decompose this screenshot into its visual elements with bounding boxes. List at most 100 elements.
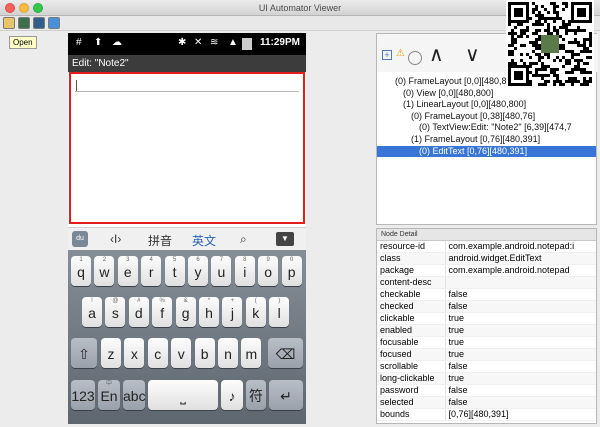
qr-module — [580, 83, 583, 86]
qr-module — [550, 17, 553, 20]
qr-module — [544, 83, 547, 86]
detail-row[interactable]: focused true — [377, 348, 596, 361]
tree-node[interactable]: (0) TextView:Edit: "Note2" [6,39][474,7 — [419, 122, 572, 133]
qr-module — [568, 77, 571, 80]
key-e[interactable]: 3e — [117, 256, 138, 286]
language-key[interactable]: 中 En — [98, 380, 120, 410]
key-g[interactable]: & g — [175, 297, 196, 327]
cursor-move-icon[interactable]: ‹I› — [110, 232, 121, 246]
detail-row[interactable]: password false — [377, 384, 596, 397]
close-window-button[interactable] — [5, 3, 15, 13]
qr-module — [568, 59, 571, 62]
key-y[interactable]: 6y — [188, 256, 208, 286]
previous-node-icon[interactable]: ∧ — [429, 42, 444, 67]
tree-node[interactable]: (1) LinearLayout [0,0][480,800] — [403, 99, 526, 110]
key-t[interactable]: 5t — [164, 256, 185, 286]
key-f[interactable]: % f — [152, 297, 173, 327]
backspace-key[interactable]: ⌫ — [268, 338, 303, 368]
key-w[interactable]: 2w — [94, 256, 115, 286]
ime-logo-icon[interactable]: du — [72, 231, 88, 247]
tree-node[interactable]: (1) FrameLayout [0,76][480,391] — [411, 134, 540, 145]
key-d[interactable]: # d — [128, 297, 149, 327]
english-mode-button[interactable]: 英文 — [192, 232, 216, 249]
qr-module — [553, 29, 556, 32]
key-x[interactable]: x — [124, 338, 145, 368]
device-screenshot-icon[interactable] — [18, 17, 30, 29]
detail-row[interactable]: package com.example.android.notepad — [377, 264, 596, 277]
qr-module — [577, 68, 580, 71]
space-key[interactable]: ⎵ — [148, 380, 218, 410]
key-s[interactable]: @ s — [105, 297, 126, 327]
detail-row[interactable]: content-desc — [377, 276, 596, 289]
detail-row[interactable]: scrollable false — [377, 360, 596, 373]
detail-row[interactable]: enabled true — [377, 324, 596, 337]
key-j[interactable]: + j — [222, 297, 243, 327]
qr-module — [538, 38, 541, 41]
search-icon[interactable]: ⌕ — [240, 232, 247, 247]
detail-row[interactable]: checked false — [377, 300, 596, 313]
qr-module — [520, 23, 523, 26]
key-a[interactable]: ! a — [82, 297, 102, 327]
key-c[interactable]: c — [147, 338, 168, 368]
key-z[interactable]: z — [101, 338, 121, 368]
expand-all-icon[interactable]: + — [382, 50, 392, 60]
qr-module — [541, 23, 544, 26]
tree-node[interactable]: (0) EditText [0,76][480,391] — [377, 145, 596, 157]
key-q[interactable]: 1q — [71, 256, 91, 286]
pinyin-mode-button[interactable]: 拼音 — [148, 232, 172, 249]
detail-row[interactable]: long-clickable true — [377, 372, 596, 385]
toggle-naf-icon[interactable] — [408, 51, 422, 65]
symbol-key[interactable]: 符 — [246, 380, 266, 410]
numbers-key[interactable]: 123 — [71, 380, 95, 410]
tree-node[interactable]: (0) FrameLayout [0,38][480,76] — [411, 111, 535, 122]
qr-module — [574, 68, 577, 71]
detail-row[interactable]: class android.widget.EditText — [377, 252, 596, 265]
key-h[interactable]: * h — [199, 297, 219, 327]
key-n[interactable]: n — [218, 338, 238, 368]
qr-module — [535, 47, 538, 50]
qr-finder-pattern — [514, 8, 523, 17]
qr-module — [589, 32, 592, 35]
enter-key[interactable]: ↵ — [269, 380, 303, 410]
key-r[interactable]: 4r — [141, 256, 162, 286]
qr-module — [583, 80, 586, 83]
tree-node[interactable]: (0) FrameLayout [0,0][480,800] — [395, 76, 519, 87]
detail-property: bounds — [377, 408, 446, 421]
key-l[interactable]: ) l — [269, 297, 290, 327]
key-k[interactable]: (k — [245, 297, 266, 327]
key-i[interactable]: 8i — [234, 256, 255, 286]
detail-row[interactable]: focusable true — [377, 336, 596, 349]
zoom-window-button[interactable] — [33, 3, 43, 13]
device-screen[interactable]: # ⬆ ☁ ✱ ✕ ≋ ▲ 11:29PM Edit: "Note2" du ‹… — [68, 33, 306, 424]
key-m[interactable]: m — [241, 338, 262, 368]
detail-row[interactable]: clickable true — [377, 312, 596, 325]
qr-module — [553, 26, 556, 29]
key-p[interactable]: 0p — [281, 256, 302, 286]
hide-keyboard-icon[interactable]: ▼ — [276, 232, 294, 246]
key-v[interactable]: v — [171, 338, 192, 368]
note-edit-text[interactable] — [69, 72, 305, 224]
qr-module — [514, 62, 517, 65]
qr-module — [586, 50, 589, 53]
qr-module — [517, 23, 520, 26]
detail-row[interactable]: checkable false — [377, 288, 596, 301]
key-u[interactable]: 7u — [211, 256, 232, 286]
save-icon[interactable] — [48, 17, 60, 29]
key-o[interactable]: 9o — [258, 256, 279, 286]
shift-key[interactable]: ⇧ — [71, 338, 97, 368]
tree-node[interactable]: (0) View [0,0][480,800] — [403, 88, 493, 99]
qr-module — [556, 29, 559, 32]
abc-key[interactable]: abc — [123, 380, 146, 410]
key-b[interactable]: b — [194, 338, 215, 368]
detail-row[interactable]: selected false — [377, 396, 596, 409]
voice-key[interactable]: ♪ — [221, 380, 243, 410]
detail-row[interactable]: resource-id com.example.android.notepad:i — [377, 241, 596, 253]
open-folder-icon[interactable] — [3, 17, 15, 29]
next-node-icon[interactable]: ∨ — [465, 42, 480, 67]
minimize-window-button[interactable] — [19, 3, 29, 13]
detail-row[interactable]: bounds [0,76][480,391] — [377, 408, 596, 421]
device-screenshot-compressed-icon[interactable] — [33, 17, 45, 29]
qr-module — [577, 53, 580, 56]
qr-module — [547, 26, 550, 29]
warning-icon[interactable]: ⚠ — [396, 48, 405, 59]
